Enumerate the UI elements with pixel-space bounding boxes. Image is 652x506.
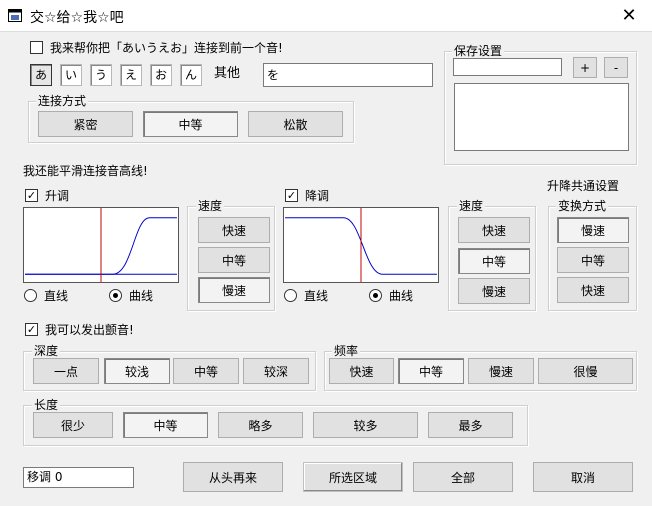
add-preset-button[interactable]: + [573,57,597,78]
kana-o-button[interactable]: お [150,64,172,86]
fall-checkbox[interactable]: ✓ [285,189,298,202]
cancel-button[interactable]: 取消 [533,462,633,492]
transform-label: 变换方式 [556,199,609,213]
app-icon [8,9,22,22]
rise-speed-label: 速度 [196,199,225,213]
rise-curve-label: 曲线 [129,289,154,303]
loose-button[interactable]: 松散 [248,111,343,137]
connect-checkbox[interactable] [30,41,43,54]
other-kana-input[interactable]: を [263,63,433,87]
rise-speed-medium-button[interactable]: 中等 [198,247,270,273]
other-label: 其他 [214,66,241,81]
vibrato-checkbox-label: 我可以发出颤音! [45,323,134,337]
preset-list[interactable] [454,83,629,151]
saved-settings-label: 保存设置 [452,44,505,58]
close-icon[interactable]: ✕ [616,3,642,29]
kana-u-button[interactable]: う [90,64,112,86]
medium-connect-button[interactable]: 中等 [143,111,238,137]
depth-shallow-button[interactable]: 较浅 [104,358,170,384]
window-title: 交☆给☆我☆吧 [30,10,124,26]
vibrato-checkbox[interactable]: ✓ [25,323,38,336]
length-label: 长度 [32,398,61,412]
length-more-button[interactable]: 较多 [313,412,418,438]
transform-medium-button[interactable]: 中等 [557,247,629,273]
smooth-heading: 我还能平滑连接音高线! [23,164,148,178]
freq-medium-button[interactable]: 中等 [398,358,464,384]
length-very-short-button[interactable]: 很少 [33,412,113,438]
fall-speed-fast-button[interactable]: 快速 [458,217,530,243]
depth-medium-button[interactable]: 中等 [173,358,239,384]
rise-checkbox[interactable]: ✓ [25,189,38,202]
rise-checkbox-label: 升调 [45,189,70,203]
rise-line-radio[interactable] [24,289,37,302]
tight-button[interactable]: 紧密 [38,111,133,137]
fall-curve-radio[interactable] [369,289,382,302]
transform-fast-button[interactable]: 快速 [557,277,629,303]
freq-fast-button[interactable]: 快速 [329,358,394,384]
transpose-input[interactable]: 移调 0 [23,467,134,488]
fall-speed-medium-button[interactable]: 中等 [458,248,530,274]
length-most-button[interactable]: 最多 [428,412,513,438]
preset-name-input[interactable] [453,58,562,76]
transform-slow-button[interactable]: 慢速 [557,217,629,243]
fall-line-radio[interactable] [284,289,297,302]
depth-little-button[interactable]: 一点 [33,358,99,384]
connection-method-label: 连接方式 [36,94,89,108]
remove-preset-button[interactable]: - [604,57,628,78]
fall-curve-graph[interactable] [283,207,439,283]
all-button[interactable]: 全部 [413,462,513,492]
length-medium-button[interactable]: 中等 [123,412,208,438]
rise-speed-slow-button[interactable]: 慢速 [198,277,270,303]
fall-speed-slow-button[interactable]: 慢速 [458,278,530,304]
reset-button[interactable]: 从头再来 [183,462,283,492]
depth-deep-button[interactable]: 较深 [243,358,309,384]
fall-speed-label: 速度 [457,199,486,213]
fall-checkbox-label: 降调 [305,189,330,203]
rise-curve-graph[interactable] [23,207,179,283]
freq-slow-button[interactable]: 慢速 [468,358,534,384]
frequency-label: 频率 [332,344,361,358]
freq-very-slow-button[interactable]: 很慢 [538,358,633,384]
fall-curve-label: 曲线 [389,289,414,303]
rise-line-label: 直线 [44,289,69,303]
rise-speed-fast-button[interactable]: 快速 [198,217,270,243]
depth-label: 深度 [32,344,61,358]
kana-e-button[interactable]: え [120,64,142,86]
fall-line-label: 直线 [304,289,329,303]
length-slightly-more-button[interactable]: 略多 [218,412,303,438]
common-settings-heading: 升降共通设置 [547,179,620,193]
kana-a-button[interactable]: あ [30,64,52,86]
rise-curve-radio[interactable] [109,289,122,302]
selected-region-button[interactable]: 所选区域 [303,462,403,492]
kana-i-button[interactable]: い [60,64,82,86]
connect-checkbox-label: 我来帮你把「あいうえお」连接到前一个音! [50,41,283,55]
kana-n-button[interactable]: ん [180,64,202,86]
